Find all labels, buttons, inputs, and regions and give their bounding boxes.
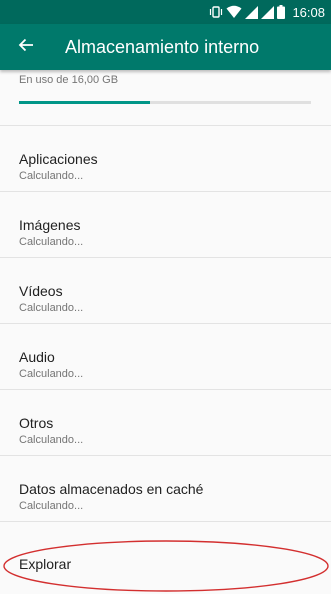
list-item-subtitle: Calculando...: [19, 434, 84, 446]
status-time: 16:08: [292, 4, 325, 20]
page-title: Almacenamiento interno: [65, 37, 260, 57]
explore-item[interactable]: Explorar: [0, 544, 331, 584]
list-item-title: Datos almacenados en caché: [19, 481, 204, 497]
storage-category-list: Aplicaciones Calculando... Imágenes Calc…: [0, 126, 331, 522]
list-item-title: Aplicaciones: [19, 151, 98, 167]
list-item-title: Otros: [19, 415, 54, 431]
list-item-title: Imágenes: [19, 217, 81, 233]
list-item-subtitle: Calculando...: [19, 500, 84, 512]
storage-progress-bar: [19, 101, 311, 104]
signal-icon: [261, 5, 275, 19]
list-item-title: Vídeos: [19, 283, 63, 299]
list-item-cache[interactable]: Datos almacenados en caché Calculando...: [0, 456, 331, 522]
status-icons: 16:08: [209, 0, 325, 24]
storage-progress-fill: [19, 101, 151, 104]
list-item-otros[interactable]: Otros Calculando...: [0, 390, 331, 456]
back-button[interactable]: [12, 33, 40, 61]
list-item-subtitle: Calculando...: [19, 236, 84, 248]
status-bar: 16:08: [0, 0, 331, 24]
explore-label: Explorar: [19, 556, 72, 572]
list-item-videos[interactable]: Vídeos Calculando...: [0, 258, 331, 324]
list-item-subtitle: Calculando...: [19, 302, 84, 314]
storage-usage: En uso de 16,00 GB: [0, 70, 331, 126]
list-item-imagenes[interactable]: Imágenes Calculando...: [0, 192, 331, 258]
list-item-audio[interactable]: Audio Calculando...: [0, 324, 331, 390]
arrow-back-icon: [18, 37, 34, 58]
list-item-subtitle: Calculando...: [19, 368, 84, 380]
battery-icon: [277, 5, 286, 19]
signal-icon: [245, 5, 259, 19]
app-bar: Almacenamiento interno: [0, 24, 331, 70]
usage-label: En uso de 16,00 GB: [19, 74, 119, 86]
list-item-subtitle: Calculando...: [19, 170, 84, 182]
list-item-title: Audio: [19, 349, 55, 365]
list-item-aplicaciones[interactable]: Aplicaciones Calculando...: [0, 126, 331, 192]
wifi-icon: [226, 5, 242, 19]
vibrate-icon: [209, 5, 223, 19]
